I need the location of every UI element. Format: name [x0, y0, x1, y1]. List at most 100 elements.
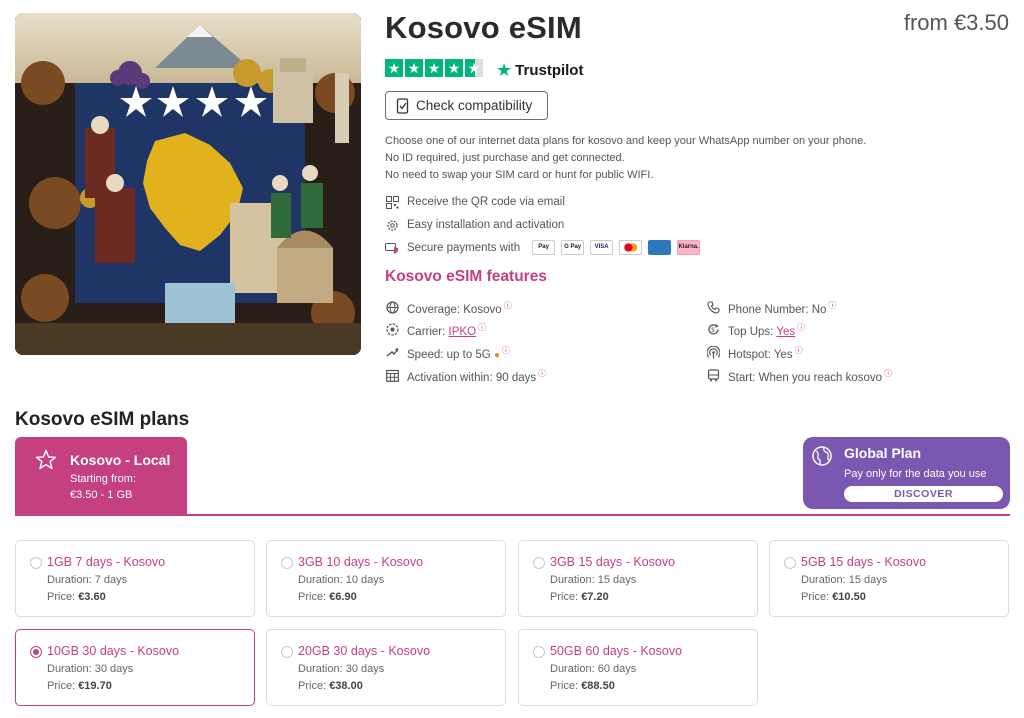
info-icon[interactable]: ⓘ [795, 346, 803, 355]
plan-price: Price: €7.20 [550, 591, 609, 603]
hero-image [15, 13, 361, 355]
info-icon[interactable]: ⓘ [797, 323, 805, 332]
plan-card-selected[interactable]: 10GB 30 days - Kosovo Duration: 30 days … [15, 629, 255, 706]
trustpilot-star-icon: ★ [496, 60, 513, 80]
phone-check-icon [396, 97, 409, 114]
hotspot-label: Hotspot: Yes [728, 348, 793, 361]
trustpilot-logo[interactable]: ★ Trustpilot [496, 60, 583, 81]
google-pay-icon: G Pay [561, 240, 585, 255]
price-from: from €3.50 [903, 10, 1009, 35]
feature-speed: Speed: up to 5G ● ⓘ [385, 345, 510, 361]
global-plan-name: Global Plan [844, 445, 922, 461]
info-icon[interactable]: ⓘ [478, 323, 486, 332]
feature-hotspot: Hotspot: Yes ⓘ [706, 345, 803, 361]
star-outline-icon [35, 449, 57, 470]
qr-code-icon [385, 195, 399, 209]
feature-carrier: Carrier: IPKO ⓘ [385, 322, 486, 338]
feature-phone: Phone Number: No ⓘ [706, 300, 836, 316]
plan-duration: Duration: 15 days [550, 574, 637, 586]
benefit-payments-label: Secure payments with [407, 241, 521, 254]
discover-button[interactable]: DISCOVER [844, 486, 1003, 502]
plan-radio[interactable] [281, 557, 293, 569]
fire-icon: ● [493, 349, 501, 361]
features-title: Kosovo eSIM features [385, 268, 547, 285]
star-icon: ★ [425, 59, 443, 77]
plan-duration: Duration: 7 days [47, 574, 128, 586]
info-icon[interactable]: ⓘ [538, 369, 546, 378]
plan-radio[interactable] [533, 646, 545, 658]
plan-card[interactable]: 3GB 10 days - Kosovo Duration: 10 days P… [266, 540, 506, 617]
plan-name: 3GB 15 days - Kosovo [550, 555, 676, 569]
global-plan-desc: Pay only for the data you use [844, 468, 987, 480]
description-line: Choose one of our internet data plans fo… [385, 135, 867, 147]
check-compatibility-label: Check compatibility [416, 98, 533, 113]
tab-local-name: Kosovo - Local [70, 452, 171, 468]
feature-coverage: Coverage: Kosovo ⓘ [385, 300, 512, 316]
star-icon: ★ [445, 59, 463, 77]
carrier-label: Carrier: [407, 325, 446, 338]
info-icon[interactable]: ⓘ [884, 369, 892, 378]
plan-duration: Duration: 10 days [298, 574, 385, 586]
bus-icon [706, 369, 720, 383]
plan-duration: Duration: 60 days [550, 663, 637, 675]
description-line: No ID required, just purchase and get co… [385, 152, 625, 164]
amex-icon: AMEX [648, 240, 672, 255]
page-title: Kosovo eSIM [385, 10, 582, 45]
start-label: Start: When you reach kosovo [728, 371, 883, 384]
trustpilot-label: Trustpilot [515, 62, 584, 79]
mastercard-icon: MC [619, 240, 643, 255]
plan-card[interactable]: 5GB 15 days - Kosovo Duration: 15 days P… [769, 540, 1009, 617]
calendar-icon [385, 369, 399, 383]
klarna-icon: Klarna. [677, 240, 701, 255]
payment-methods: Pay G Pay VISA MC AMEX Klarna. [532, 240, 701, 255]
speed-label: Speed: up to 5G [407, 348, 491, 361]
tab-local-starting: Starting from: [70, 473, 137, 485]
benefit-payments: Secure payments with Pay G Pay VISA MC A… [385, 240, 701, 255]
apple-pay-icon: Pay [532, 240, 556, 255]
phone-label: Phone Number: No [728, 303, 827, 316]
topups-label: Top Ups: [728, 325, 774, 338]
plan-card[interactable]: 20GB 30 days - Kosovo Duration: 30 days … [266, 629, 506, 706]
info-icon[interactable]: ⓘ [502, 346, 510, 355]
plan-radio[interactable] [784, 557, 796, 569]
gear-icon [385, 218, 399, 232]
star-icon: ★ [385, 59, 403, 77]
globe-icon [385, 301, 399, 315]
coverage-label: Coverage: Kosovo [407, 303, 502, 316]
carrier-link[interactable]: IPKO [449, 326, 476, 338]
speed-icon [385, 346, 399, 360]
benefit-install: Easy installation and activation [385, 218, 564, 232]
half-star-icon: ★ [465, 59, 483, 77]
plan-name: 1GB 7 days - Kosovo [47, 555, 166, 569]
plan-card[interactable]: 3GB 15 days - Kosovo Duration: 15 days P… [518, 540, 758, 617]
topups-link[interactable]: Yes [776, 326, 795, 338]
plan-card[interactable]: 1GB 7 days - Kosovo Duration: 7 days Pri… [15, 540, 255, 617]
phone-icon [706, 301, 720, 315]
plan-radio[interactable] [30, 557, 42, 569]
plan-price: Price: €3.60 [47, 591, 106, 603]
plan-card[interactable]: 50GB 60 days - Kosovo Duration: 60 days … [518, 629, 758, 706]
plan-price: Price: €6.90 [298, 591, 357, 603]
global-plan-card[interactable]: Global Plan Pay only for the data you us… [803, 437, 1010, 509]
plan-price: Price: €19.70 [47, 680, 112, 692]
plan-duration: Duration: 30 days [47, 663, 134, 675]
tab-kosovo-local[interactable]: Kosovo - Local Starting from: €3.50 - 1 … [15, 437, 187, 515]
plan-radio[interactable] [533, 557, 545, 569]
description: Choose one of our internet data plans fo… [385, 133, 866, 184]
feature-start: Start: When you reach kosovo ⓘ [706, 368, 892, 384]
plan-name: 50GB 60 days - Kosovo [550, 644, 683, 658]
refresh-money-icon: $ [706, 323, 720, 337]
check-compatibility-button[interactable]: Check compatibility [385, 91, 548, 120]
plan-radio-checked[interactable] [30, 646, 42, 658]
info-icon[interactable]: ⓘ [504, 301, 512, 310]
tab-underline [15, 514, 1010, 516]
activation-label: Activation within: 90 days [407, 371, 537, 384]
signal-tower-icon [385, 323, 399, 337]
benefit-qr: Receive the QR code via email [385, 195, 565, 209]
plan-radio[interactable] [281, 646, 293, 658]
plan-duration: Duration: 15 days [801, 574, 888, 586]
info-icon[interactable]: ⓘ [828, 301, 836, 310]
benefit-install-label: Easy installation and activation [407, 219, 565, 231]
feature-topups: $ Top Ups: Yes ⓘ [706, 322, 805, 338]
plan-name: 3GB 10 days - Kosovo [298, 555, 424, 569]
